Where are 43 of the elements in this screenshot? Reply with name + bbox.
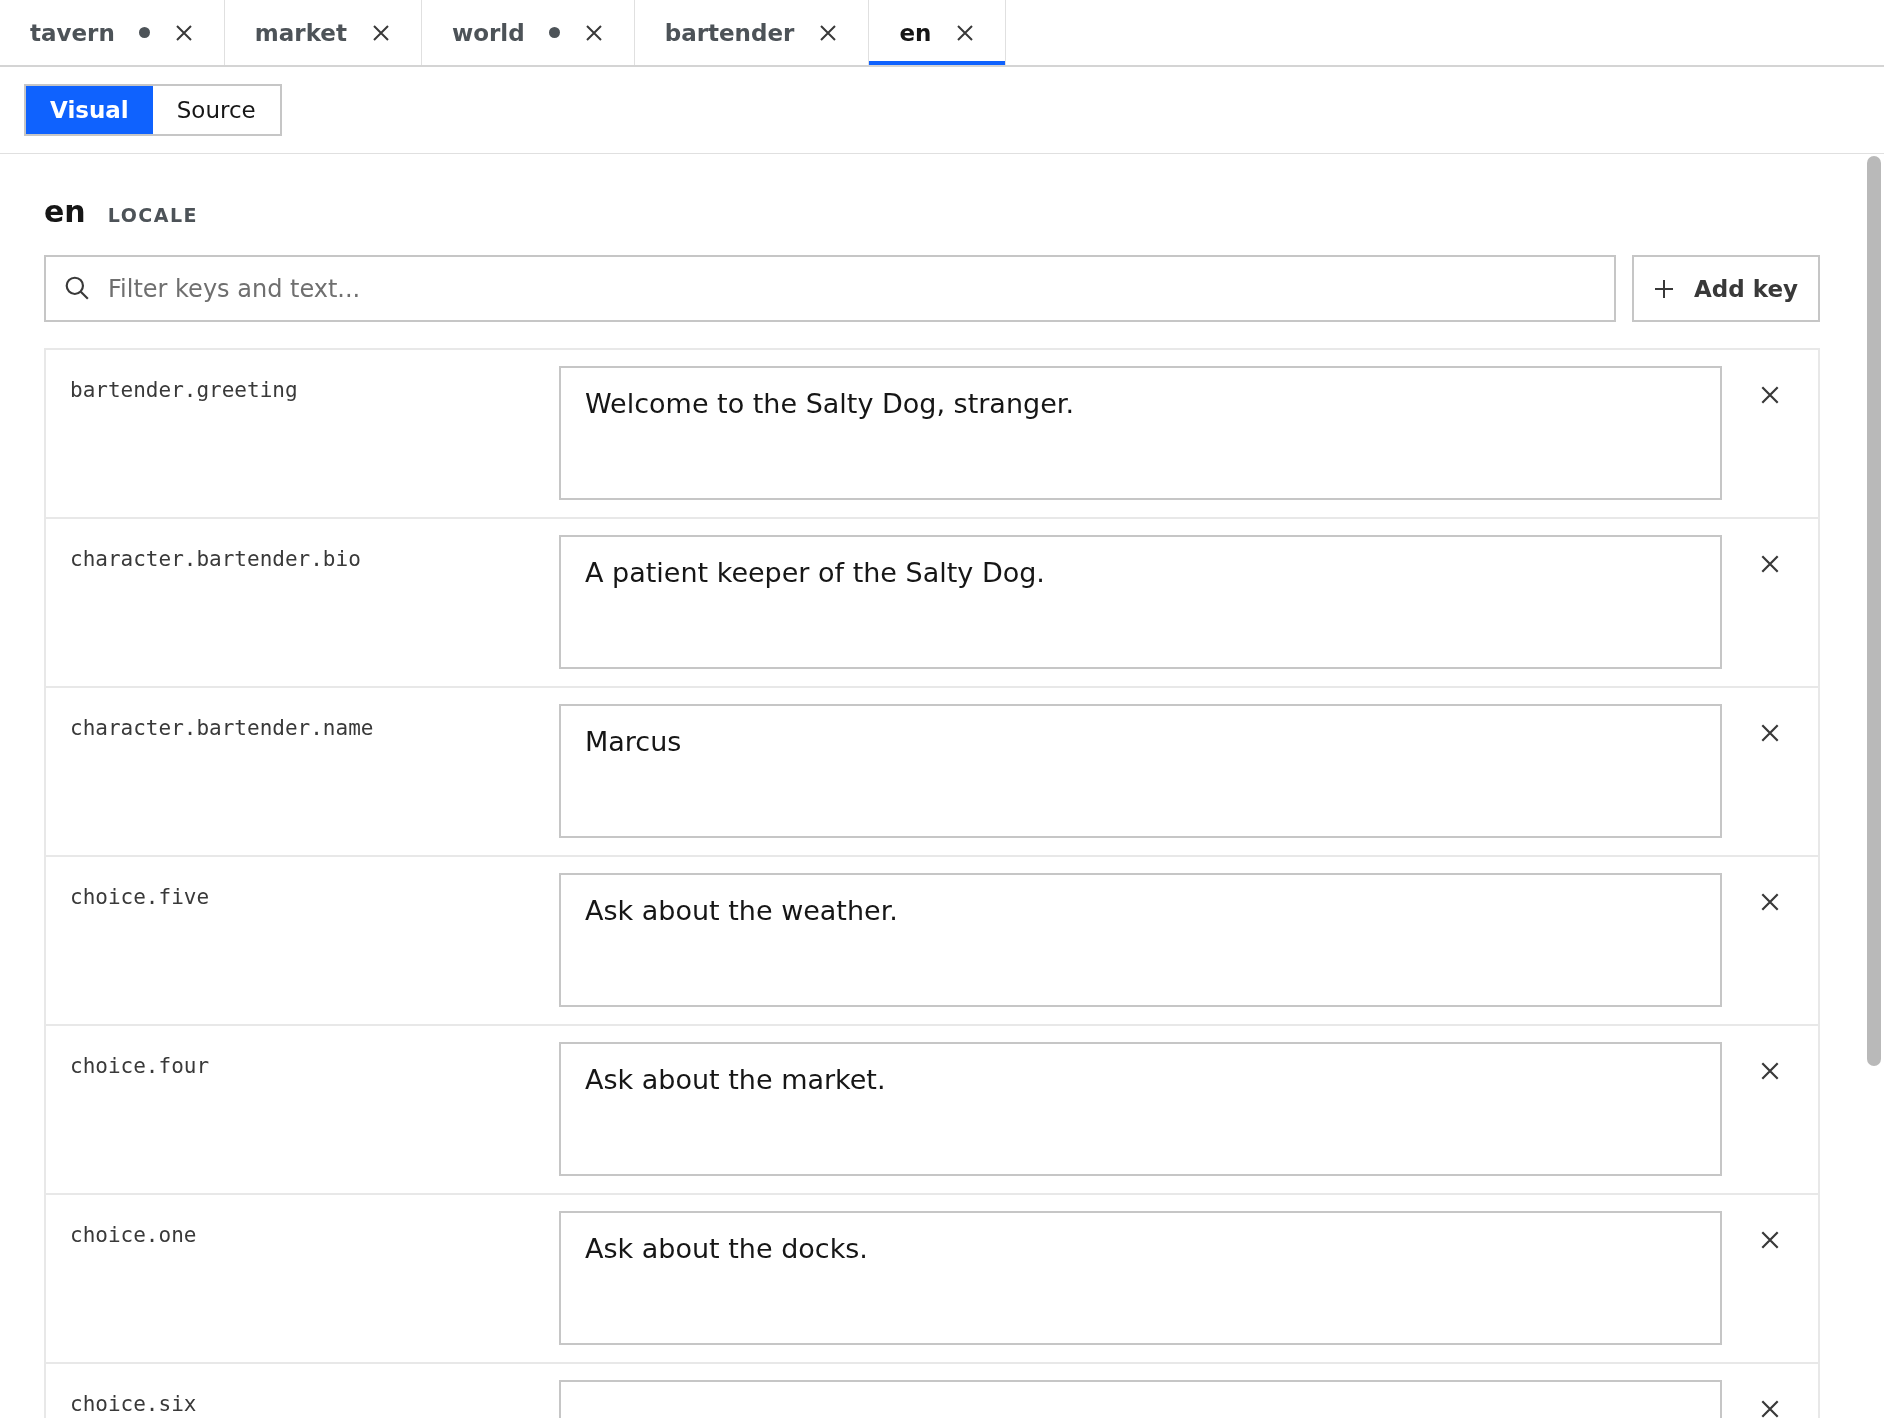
close-icon[interactable] (818, 22, 839, 43)
close-icon (1759, 1398, 1781, 1418)
close-icon (1759, 722, 1781, 744)
close-icon[interactable] (370, 22, 391, 43)
key-name: choice.five (69, 884, 211, 909)
file-tab[interactable]: tavern (0, 0, 225, 65)
key-name: choice.four (69, 1053, 211, 1078)
view-mode-button[interactable]: Visual (26, 86, 153, 134)
close-icon (1759, 553, 1781, 575)
search-icon (64, 275, 90, 301)
close-icon[interactable] (583, 22, 604, 43)
tab-label: tavern (30, 19, 115, 46)
tab-label: market (254, 19, 347, 46)
file-tab[interactable]: en (869, 0, 1007, 65)
text-field[interactable]: Marcus (559, 704, 1722, 838)
scrollbar[interactable] (1867, 156, 1881, 1066)
tab-label: world (451, 19, 525, 46)
tab-label: en (899, 19, 932, 46)
file-tab[interactable]: bartender (634, 0, 870, 65)
plus-icon (1654, 278, 1674, 299)
key-name: choice.six (69, 1391, 198, 1416)
text-field[interactable]: Ask about the docks. (559, 1211, 1722, 1345)
file-tab[interactable]: market (224, 0, 422, 65)
close-icon (1759, 384, 1781, 406)
text-field[interactable]: Ask about the weather. (559, 873, 1722, 1007)
key-name: choice.one (69, 1222, 198, 1247)
search-field[interactable]: Filter keys and text... (44, 255, 1616, 322)
close-icon (1759, 891, 1781, 913)
key-name: bartender.greeting (69, 377, 299, 402)
close-icon[interactable] (173, 22, 194, 43)
key-name: character.bartender.name (69, 715, 375, 740)
text-field[interactable]: Ask about the market. (559, 1042, 1722, 1176)
add-key-button[interactable]: Add key (1632, 255, 1820, 322)
key-name: character.bartender.bio (69, 546, 362, 571)
close-icon[interactable] (955, 22, 976, 43)
file-tab[interactable]: world (421, 0, 635, 65)
text-field[interactable]: A patient keeper of the Salty Dog. (559, 535, 1722, 669)
tab-label: bartender (664, 19, 795, 46)
locale-title: en (44, 194, 86, 229)
close-icon (1759, 1229, 1781, 1251)
text-field[interactable]: Welcome to the Salty Dog, stranger. (559, 366, 1722, 500)
locale-label: LOCALE (107, 204, 199, 226)
close-icon (1759, 1060, 1781, 1082)
